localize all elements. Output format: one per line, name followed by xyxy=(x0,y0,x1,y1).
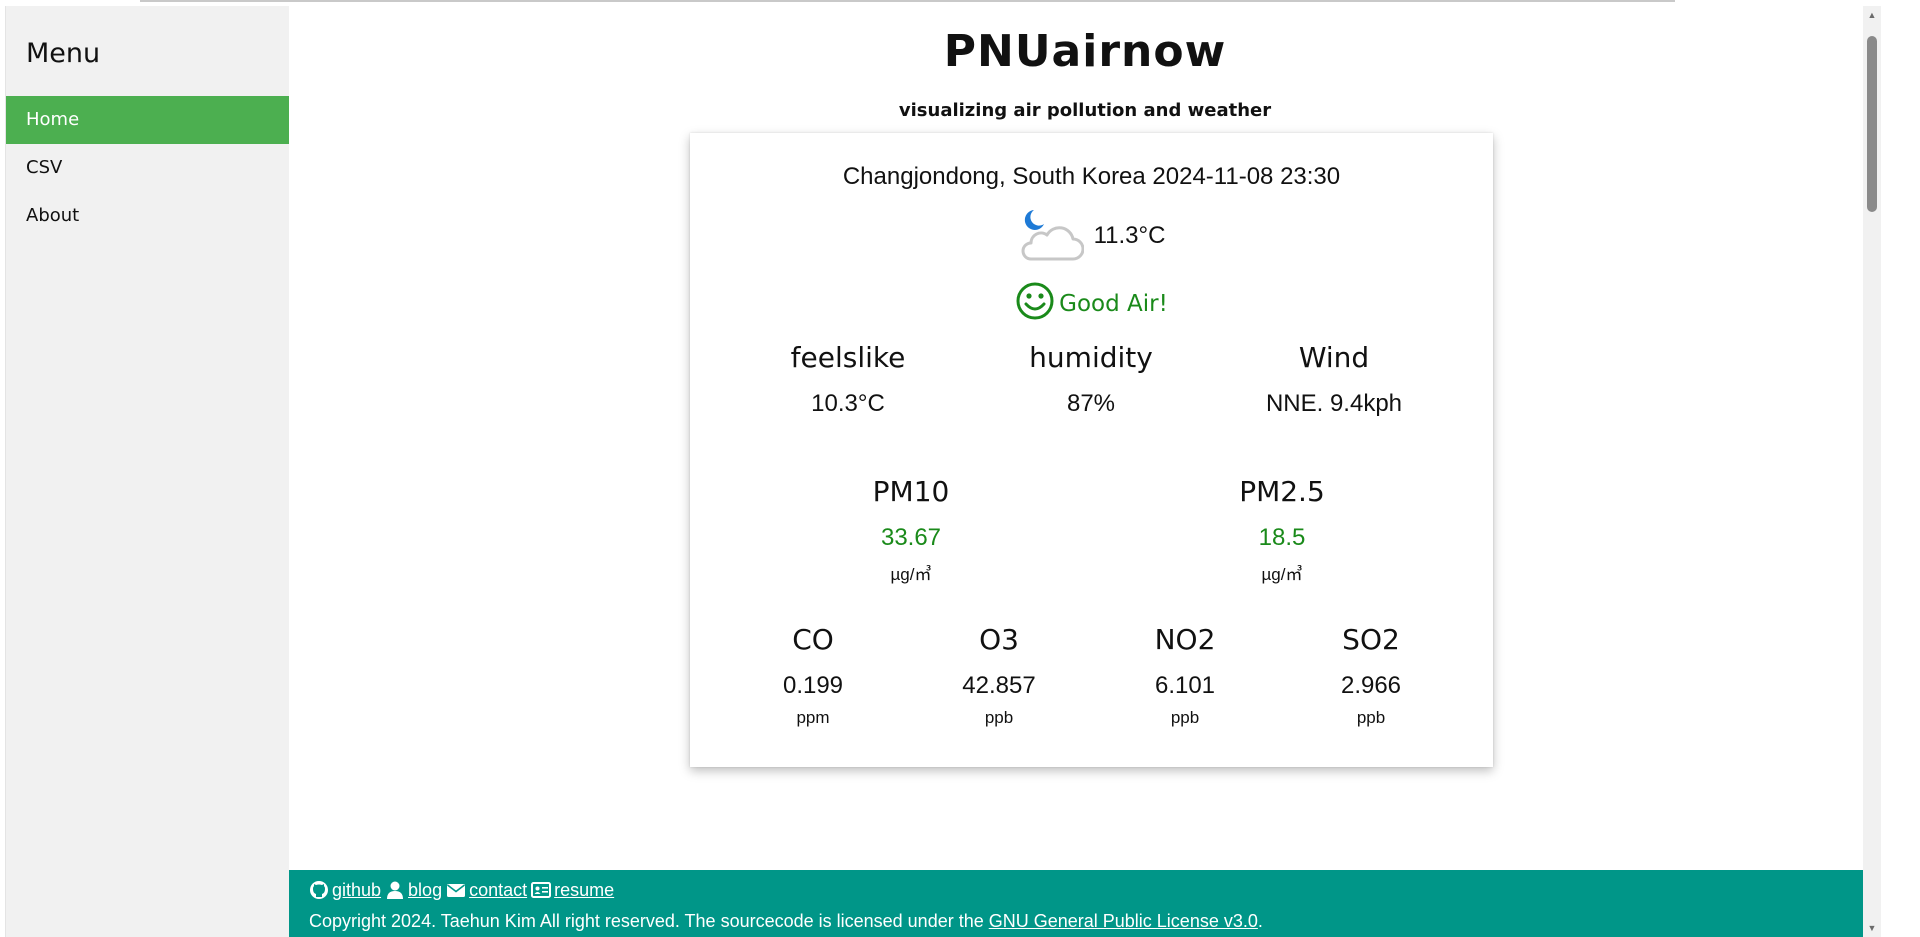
humidity-metric: humidity 87% xyxy=(1016,341,1166,418)
blog-link-label: blog xyxy=(408,879,443,900)
scrollbar-thumb[interactable] xyxy=(1867,36,1877,212)
copyright-suffix: . xyxy=(1257,911,1263,931)
smiley-icon xyxy=(1016,282,1054,320)
footer-links: github blog contact resume xyxy=(309,878,614,902)
air-quality-status: Good Air! xyxy=(690,281,1493,321)
no2-metric: NO2 6.101 ppb xyxy=(1125,623,1245,728)
sidebar-item-about[interactable]: About xyxy=(6,192,289,240)
copyright-prefix: Copyright 2024. Taehun Kim All right res… xyxy=(309,911,989,931)
vertical-scrollbar[interactable]: ▲ ▼ xyxy=(1863,6,1881,937)
o3-metric: O3 42.857 ppb xyxy=(939,623,1059,728)
resume-link[interactable]: resume xyxy=(531,880,614,901)
github-link-label: github xyxy=(332,879,382,900)
temperature: 11.3°C xyxy=(1093,222,1166,249)
metric-label: PM10 xyxy=(872,475,950,508)
metric-value: 18.5 xyxy=(1258,524,1306,551)
metric-label: NO2 xyxy=(1154,623,1216,656)
resume-link-label: resume xyxy=(554,879,615,900)
wind-metric: Wind NNE. 9.4kph xyxy=(1234,341,1434,418)
blog-link[interactable]: blog xyxy=(385,880,442,901)
contact-link[interactable]: contact xyxy=(446,880,527,901)
metric-value: 42.857 xyxy=(962,672,1036,699)
co-metric: CO 0.199 ppm xyxy=(753,623,873,728)
scroll-up-arrow-icon[interactable]: ▲ xyxy=(1863,6,1881,24)
contact-link-label: contact xyxy=(469,879,528,900)
page-subtitle: visualizing air pollution and weather xyxy=(898,100,1272,121)
metric-label: CO xyxy=(792,623,834,656)
sidebar: Menu Home CSV About xyxy=(6,6,289,937)
sidebar-item-csv[interactable]: CSV xyxy=(6,144,289,192)
metric-unit: ppb xyxy=(984,708,1014,727)
metric-label: O3 xyxy=(979,623,1019,656)
air-status-text: Good Air! xyxy=(1059,291,1168,317)
main-content: PNUairnow visualizing air pollution and … xyxy=(289,6,1881,937)
metric-label: feelslike xyxy=(790,341,906,374)
github-link[interactable]: github xyxy=(309,880,381,901)
user-icon xyxy=(387,881,404,899)
github-icon xyxy=(310,881,328,899)
metric-value: 6.101 xyxy=(1154,672,1216,699)
metric-unit: ppb xyxy=(1356,708,1386,727)
page-title: PNUairnow xyxy=(943,26,1227,77)
metric-label: PM2.5 xyxy=(1239,475,1325,508)
envelope-icon xyxy=(447,884,466,897)
scroll-down-arrow-icon[interactable]: ▼ xyxy=(1863,919,1881,937)
sidebar-title: Menu xyxy=(26,38,101,69)
pm25-metric: PM2.5 18.5 µg/㎥ xyxy=(1207,475,1357,585)
copyright-text: Copyright 2024. Taehun Kim All right res… xyxy=(309,911,1263,932)
feelslike-metric: feelslike 10.3°C xyxy=(773,341,923,418)
metric-value: 10.3°C xyxy=(811,390,885,417)
pm10-metric: PM10 33.67 µg/㎥ xyxy=(836,475,986,585)
metric-value: 2.966 xyxy=(1340,672,1402,699)
id-card-icon xyxy=(531,882,552,898)
weather-summary: 11.3°C xyxy=(690,207,1493,265)
metric-unit: ppb xyxy=(1170,708,1200,727)
metric-label: SO2 xyxy=(1342,623,1400,656)
metric-value: NNE. 9.4kph xyxy=(1265,390,1403,417)
footer: github blog contact resume Copyright 202… xyxy=(289,870,1881,937)
moon-cloud-icon xyxy=(1021,210,1084,261)
license-link[interactable]: GNU General Public License v3.0 xyxy=(989,911,1258,931)
metric-unit: ppm xyxy=(796,708,830,727)
sidebar-item-home[interactable]: Home xyxy=(6,96,289,144)
metric-value: 87% xyxy=(1066,390,1116,417)
metric-label: Wind xyxy=(1298,341,1370,374)
weather-card: Changjondong, South Korea 2024-11-08 23:… xyxy=(690,133,1493,767)
metric-unit: µg/㎥ xyxy=(1261,565,1303,584)
browser-top-edge xyxy=(140,0,1675,2)
location-datetime: Changjondong, South Korea 2024-11-08 23:… xyxy=(842,163,1341,190)
so2-metric: SO2 2.966 ppb xyxy=(1311,623,1431,728)
app-frame: Menu Home CSV About PNUairnow visualizin… xyxy=(5,6,1898,937)
metric-label: humidity xyxy=(1029,341,1153,374)
metric-value: 0.199 xyxy=(782,672,844,699)
metric-value: 33.67 xyxy=(880,524,942,551)
metric-unit: µg/㎥ xyxy=(890,565,932,584)
